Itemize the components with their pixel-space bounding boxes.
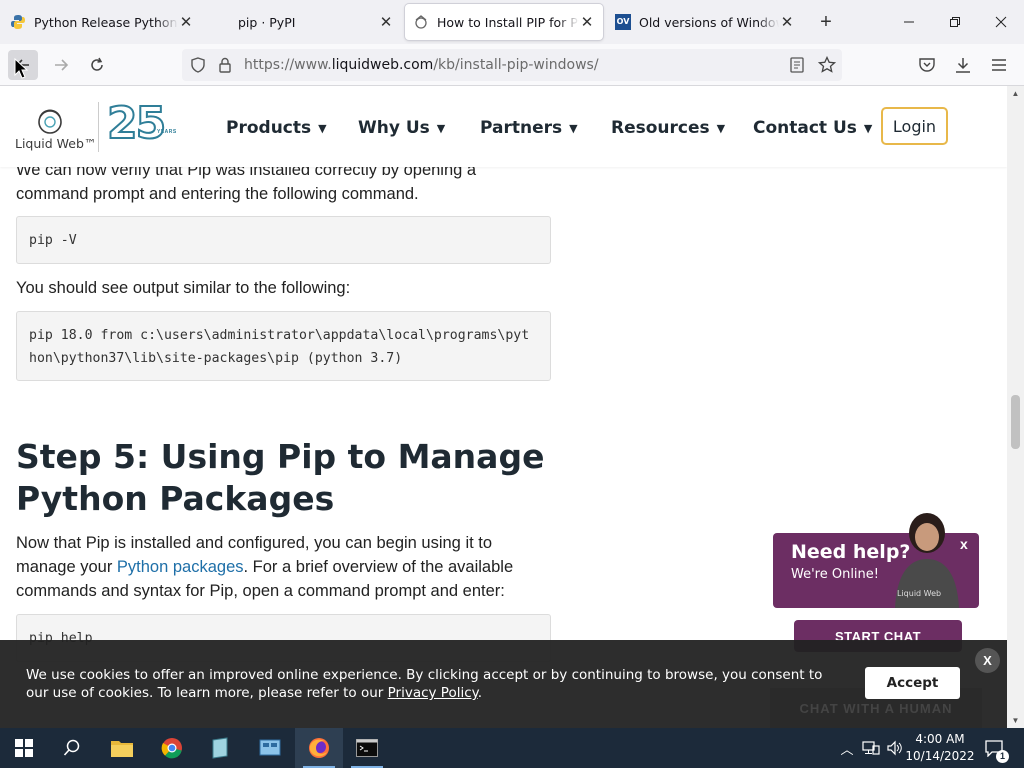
browser-tab-strip: Python Release Python 3.10 ✕ pip · PyPI …: [0, 0, 1024, 44]
python-packages-link[interactable]: Python packages: [117, 558, 244, 576]
menu-products[interactable]: Products ▼: [226, 118, 327, 138]
command-prompt-icon: [356, 739, 378, 757]
chrome-button[interactable]: [148, 728, 196, 768]
code-text: pip -V: [29, 233, 77, 248]
chat-close-icon[interactable]: x: [960, 536, 968, 552]
new-tab-plus-icon[interactable]: +: [814, 10, 838, 34]
menu-contact-us[interactable]: Contact Us ▼: [753, 118, 872, 138]
shield-icon[interactable]: [190, 57, 206, 73]
page-viewport: We can now verify that Pip was installed…: [0, 86, 1024, 728]
chevron-down-icon: ▼: [318, 121, 327, 135]
cmd-button[interactable]: [343, 728, 391, 768]
paragraph-output: You should see output similar to the fol…: [16, 279, 351, 297]
code-line: pip 18.0 from c:\users\administrator\app…: [29, 328, 530, 343]
tab-close-icon[interactable]: ✕: [178, 13, 194, 31]
paragraph-step5: Now that Pip is installed and configured…: [16, 534, 514, 600]
tab-title: pip · PyPI: [238, 14, 296, 30]
app-button-control-panel[interactable]: [246, 728, 294, 768]
tab-pypi[interactable]: pip · PyPI ✕: [206, 4, 402, 40]
taskbar-clock[interactable]: 4:00 AM 10/14/2022: [900, 731, 980, 765]
heading-step-5: Step 5: Using Pip to Manage Python Packa…: [16, 437, 545, 518]
tab-close-icon[interactable]: ✕: [579, 13, 595, 31]
menu-hamburger-icon[interactable]: [990, 56, 1008, 74]
ov-icon: OV: [615, 14, 631, 30]
search-button[interactable]: [48, 728, 96, 768]
menu-why-us[interactable]: Why Us ▼: [358, 118, 445, 138]
clock-date: 10/14/2022: [905, 749, 975, 763]
login-button[interactable]: Login: [881, 107, 948, 145]
agent-shirt-text: Liquid Web: [897, 589, 942, 598]
tab-close-icon[interactable]: ✕: [779, 13, 795, 31]
start-button[interactable]: [0, 728, 48, 768]
clock-time: 4:00 AM: [915, 732, 965, 746]
reload-button[interactable]: [82, 50, 112, 80]
cookie-accept-button[interactable]: Accept: [865, 667, 960, 699]
notifications-icon[interactable]: 1: [980, 728, 1009, 768]
cookie-banner: CHAT WITH A HUMAN We use cookies to offe…: [0, 640, 1007, 728]
windows-logo-icon: [15, 739, 33, 757]
chat-widget[interactable]: Need help? We're Online! Liquid Web x ST…: [773, 513, 979, 652]
tab-install-pip[interactable]: How to Install PIP for Python ✕: [405, 4, 603, 40]
app-button-notepad[interactable]: [196, 728, 244, 768]
network-icon[interactable]: [860, 728, 882, 768]
downloads-icon[interactable]: [954, 56, 972, 74]
forward-button[interactable]: [46, 50, 76, 80]
cookie-close-button[interactable]: X: [975, 648, 1000, 673]
chevron-down-icon: ▼: [436, 121, 446, 135]
code-block-output: pip 18.0 from c:\users\administrator\app…: [16, 311, 551, 381]
chat-subtitle: We're Online!: [791, 567, 879, 582]
mouse-cursor-icon: [14, 58, 28, 80]
firefox-icon: [309, 738, 329, 758]
chevron-down-icon: ▼: [716, 121, 726, 135]
windows-taskbar: ︿ 4:00 AM 10/14/2022 1: [0, 728, 1024, 768]
logo-anniversary-number: 25: [106, 97, 167, 150]
tab-close-icon[interactable]: ✕: [378, 13, 394, 31]
lock-icon[interactable]: [218, 57, 232, 73]
logo-text: Liquid Web™: [15, 136, 97, 151]
scroll-down-arrow-icon[interactable]: ▼: [1011, 716, 1020, 725]
menu-partners[interactable]: Partners ▼: [480, 118, 578, 138]
menu-resources[interactable]: Resources ▼: [611, 118, 725, 138]
pocket-icon[interactable]: [918, 56, 936, 74]
minimize-icon[interactable]: [895, 8, 923, 36]
chevron-down-icon: ▼: [569, 121, 578, 135]
page-scrollbar[interactable]: ▲ ▼: [1007, 86, 1024, 728]
tray-expand-icon[interactable]: ︿: [838, 728, 856, 768]
cookie-text: We use cookies to offer an improved onli…: [26, 667, 823, 701]
chrome-icon: [161, 738, 182, 759]
reader-view-icon[interactable]: [790, 57, 804, 73]
chevron-down-icon: ▼: [863, 121, 873, 135]
close-window-icon[interactable]: [987, 8, 1015, 36]
site-header: Liquid Web™ 25 YEARS Products ▼ Why Us ▼ P…: [0, 86, 1007, 167]
file-explorer-button[interactable]: [98, 728, 146, 768]
scroll-up-arrow-icon[interactable]: ▲: [1011, 89, 1020, 98]
python-icon: [10, 14, 26, 30]
liquid-web-logo[interactable]: Liquid Web™ 25 YEARS: [14, 97, 184, 154]
tab-python-release[interactable]: Python Release Python 3.10 ✕: [2, 4, 202, 40]
liquidweb-icon: [413, 14, 429, 30]
firefox-button[interactable]: [295, 728, 343, 768]
folder-icon: [111, 741, 133, 757]
privacy-policy-link[interactable]: Privacy Policy: [388, 685, 478, 701]
tab-title: Old versions of Windows, M: [639, 14, 779, 30]
restore-icon[interactable]: [941, 8, 969, 36]
url-text[interactable]: https://www.liquidweb.com/kb/install-pip…: [244, 57, 599, 73]
tab-old-windows[interactable]: OV Old versions of Windows, M ✕: [607, 4, 803, 40]
control-panel-icon: [259, 739, 281, 756]
tab-title: Python Release Python 3.10: [34, 14, 178, 30]
browser-nav-bar: https://www.liquidweb.com/kb/install-pip…: [0, 44, 1024, 86]
bookmark-star-icon[interactable]: [818, 56, 836, 74]
tab-title: How to Install PIP for Python: [437, 14, 579, 30]
code-line: hon\python37\lib\site-packages\pip (pyth…: [29, 351, 403, 366]
code-block-version: pip -V: [16, 216, 551, 264]
search-icon: [63, 739, 80, 756]
pypi-icon: [214, 14, 230, 30]
logo-years-label: YEARS: [157, 129, 177, 135]
chat-card[interactable]: Need help? We're Online! Liquid Web x: [773, 513, 979, 608]
notepad-icon: [212, 737, 228, 759]
address-bar[interactable]: https://www.liquidweb.com/kb/install-pip…: [182, 49, 842, 81]
scrollbar-thumb[interactable]: [1011, 395, 1020, 449]
